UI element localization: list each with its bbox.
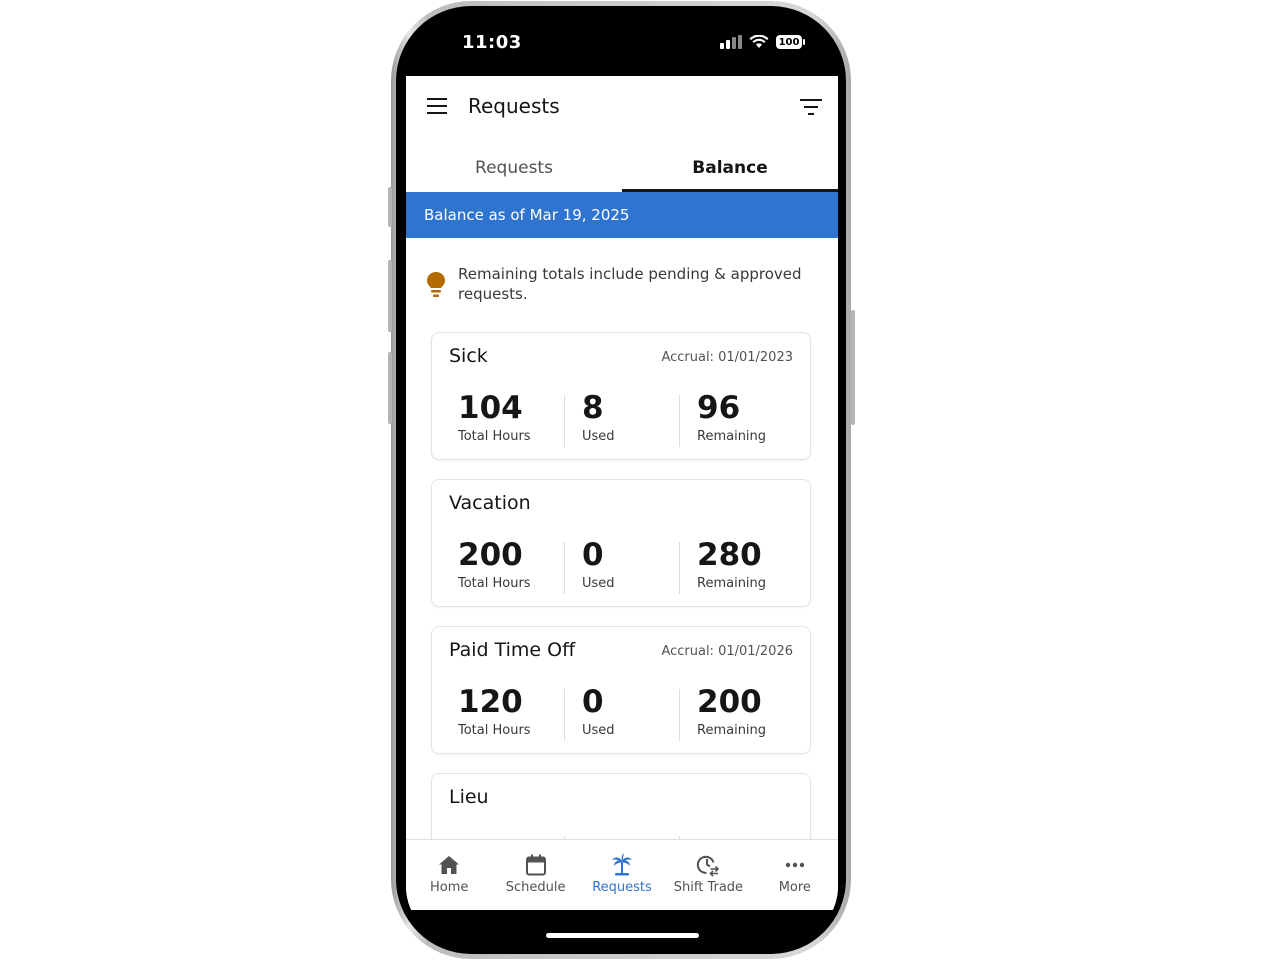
card-accrual-date: Accrual: 01/01/2026 — [661, 644, 793, 659]
nav-more[interactable]: More — [752, 840, 838, 910]
nav-schedule[interactable]: Schedule — [492, 840, 578, 910]
balance-date-text: Balance as of Mar 19, 2025 — [424, 206, 630, 224]
stat-used: 0 Used — [582, 685, 615, 738]
bottom-navigation: Home Schedule Requests Shift Trade More — [406, 839, 838, 910]
stat-used: 0 Used — [582, 538, 615, 591]
remaining-label: Remaining — [697, 723, 767, 738]
balance-date-banner: Balance as of Mar 19, 2025 — [406, 192, 838, 238]
total-hours-value: 200 — [458, 537, 523, 573]
stat-total-hours: 200 Total Hours — [458, 538, 531, 591]
action-button — [388, 187, 392, 227]
nav-requests[interactable]: Requests — [579, 840, 665, 910]
status-time: 11:03 — [462, 32, 522, 53]
total-hours-label: Total Hours — [458, 576, 531, 591]
app-content: Requests Requests Balance Balance as of … — [406, 76, 838, 910]
status-bar: 11:03 100 — [406, 16, 838, 76]
used-label: Used — [582, 429, 615, 444]
calendar-icon — [525, 854, 546, 876]
balance-card-vacation[interactable]: Vacation 200 Total Hours 0 Used 280 Rema… — [431, 479, 811, 607]
tab-balance[interactable]: Balance — [622, 144, 838, 192]
nav-label: Shift Trade — [673, 880, 744, 895]
nav-label: Schedule — [505, 880, 566, 895]
card-title: Lieu — [449, 786, 489, 808]
stat-divider — [564, 395, 565, 447]
total-hours-value: 120 — [458, 684, 523, 720]
battery-icon: 100 — [776, 35, 805, 49]
phone-screen: 11:03 100 Requests Requests Balance Bala… — [406, 16, 838, 944]
more-icon — [785, 862, 805, 868]
nav-label: Requests — [592, 880, 652, 895]
used-label: Used — [582, 576, 615, 591]
stat-divider — [679, 542, 680, 594]
stat-used: 8 Used — [582, 391, 615, 444]
nav-home[interactable]: Home — [406, 840, 492, 910]
lightbulb-icon — [427, 272, 445, 297]
clock-swap-icon — [697, 855, 720, 877]
stat-total-hours: 120 Total Hours — [458, 685, 531, 738]
card-title: Vacation — [449, 492, 531, 514]
total-hours-label: Total Hours — [458, 723, 531, 738]
nav-label: Home — [430, 880, 469, 895]
total-hours-value: 104 — [458, 390, 523, 426]
power-button — [851, 310, 855, 425]
stat-divider — [564, 689, 565, 741]
card-title: Paid Time Off — [449, 639, 576, 661]
status-icons: 100 — [720, 35, 805, 49]
remaining-label: Remaining — [697, 576, 767, 591]
used-value: 0 — [582, 684, 604, 720]
filter-icon[interactable] — [800, 99, 822, 115]
stat-total-hours: 104 Total Hours — [458, 391, 531, 444]
remaining-value: 200 — [697, 684, 762, 720]
palm-tree-icon — [612, 853, 633, 876]
page-title: Requests — [468, 94, 560, 118]
stat-remaining: 200 Remaining — [697, 685, 766, 738]
tab-requests[interactable]: Requests — [406, 144, 622, 192]
stat-divider — [564, 542, 565, 594]
hamburger-menu-icon[interactable] — [427, 98, 447, 114]
used-value: 8 — [582, 390, 604, 426]
app-header: Requests — [406, 76, 838, 138]
remaining-value: 96 — [697, 390, 741, 426]
used-value: 0 — [582, 537, 604, 573]
balance-card-paid-time-off[interactable]: Paid Time Off Accrual: 01/01/2026 120 To… — [431, 626, 811, 754]
stat-remaining: 96 Remaining — [697, 391, 766, 444]
home-icon — [439, 856, 460, 874]
card-accrual-date: Accrual: 01/01/2023 — [661, 350, 793, 365]
used-label: Used — [582, 723, 615, 738]
cellular-signal-icon — [720, 35, 742, 49]
volume-down-button — [388, 352, 392, 424]
stat-remaining: 280 Remaining — [697, 538, 766, 591]
tip-note: Remaining totals include pending & appro… — [426, 264, 806, 304]
stat-divider — [679, 689, 680, 741]
nav-label: More — [778, 880, 811, 895]
stat-divider — [679, 395, 680, 447]
volume-up-button — [388, 260, 392, 332]
tab-bar: Requests Balance — [406, 144, 838, 192]
remaining-label: Remaining — [697, 429, 767, 444]
balance-card-sick[interactable]: Sick Accrual: 01/01/2023 104 Total Hours… — [431, 332, 811, 460]
wifi-icon — [749, 35, 769, 48]
total-hours-label: Total Hours — [458, 429, 531, 444]
tip-text: Remaining totals include pending & appro… — [458, 265, 802, 303]
remaining-value: 280 — [697, 537, 762, 573]
home-indicator[interactable] — [546, 933, 699, 938]
nav-shift-trade[interactable]: Shift Trade — [665, 840, 751, 910]
card-title: Sick — [449, 345, 488, 367]
